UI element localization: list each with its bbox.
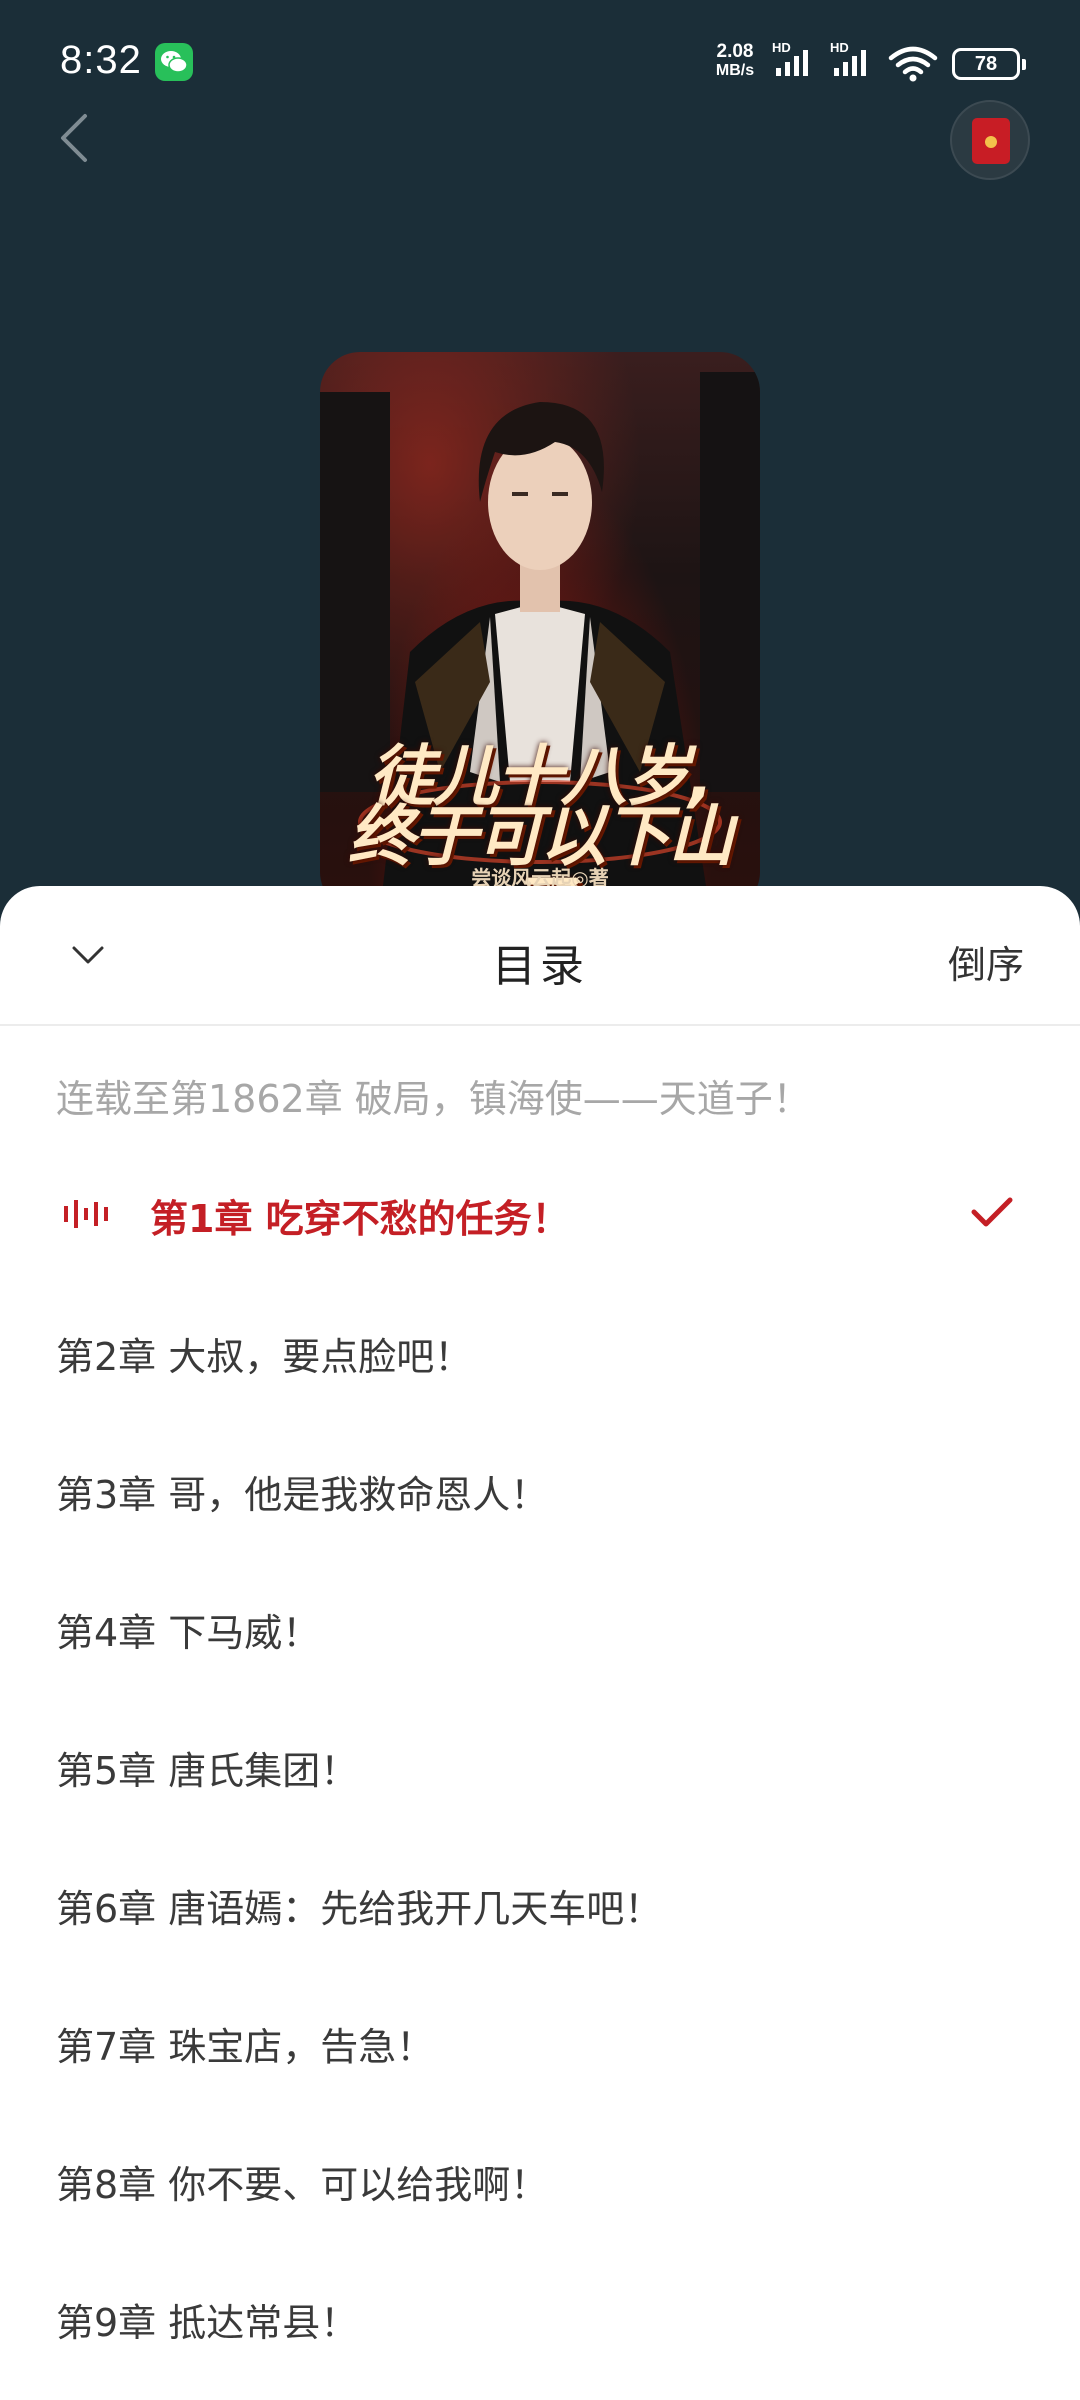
red-packet-button[interactable] — [950, 100, 1030, 180]
wifi-icon — [888, 46, 938, 86]
chapter-item[interactable]: 第6章 唐语嫣：先给我开几天车吧！ — [0, 1834, 1080, 1972]
chapter-label: 第6章 唐语嫣：先给我开几天车吧！ — [56, 1887, 663, 1931]
network-speed-unit: MB/s — [715, 62, 755, 79]
catalog-sheet: 目录 倒序 连载至第1862章 破局，镇海使——天道子！ 第1章 吃穿不愁的任务… — [0, 886, 1080, 2400]
chapter-label: 第8章 你不要、可以给我啊！ — [56, 2163, 549, 2207]
chevron-down-icon — [72, 946, 104, 964]
chapter-item[interactable]: 第4章 下马威！ — [0, 1558, 1080, 1696]
sort-order-button[interactable]: 倒序 — [948, 934, 1024, 989]
chapter-item[interactable]: 第9章 抵达常县！ — [0, 2248, 1080, 2386]
signal-icon: HD — [830, 40, 878, 84]
chapter-list: 第1章 吃穿不愁的任务！ 第2章 大叔，要点脸吧！ 第3章 哥，他是我救命恩人！… — [0, 1144, 1080, 2386]
collapse-button[interactable] — [68, 940, 108, 970]
chapter-label: 第7章 珠宝店，告急！ — [56, 2025, 435, 2069]
status-time: 8:32 — [60, 38, 142, 82]
battery-level: 78 — [974, 53, 998, 75]
chapter-item[interactable]: 第3章 哥，他是我救命恩人！ — [0, 1420, 1080, 1558]
chapter-item[interactable]: 第5章 唐氏集团！ — [0, 1696, 1080, 1834]
check-icon — [971, 1197, 1013, 1227]
battery-icon: 78 — [952, 48, 1026, 80]
signal-icon: HD — [772, 40, 820, 84]
network-speed: 2.08 MB/s — [710, 42, 760, 80]
book-cover: 徒儿十八岁, 终于可以下山了 尝谈风云起◎著 — [320, 352, 760, 912]
chapter-label: 第2章 大叔，要点脸吧！ — [56, 1335, 473, 1379]
chapter-label: 第5章 唐氏集团！ — [56, 1749, 359, 1793]
chapter-label: 第4章 下马威！ — [56, 1611, 321, 1655]
chapter-item[interactable]: 第2章 大叔，要点脸吧！ — [0, 1282, 1080, 1420]
catalog-header: 目录 倒序 — [0, 886, 1080, 1026]
chapter-label: 第3章 哥，他是我救命恩人！ — [56, 1473, 549, 1517]
catalog-title: 目录 — [492, 941, 588, 992]
back-arrow-icon — [61, 114, 87, 162]
status-bar: 8:32 2.08 MB/s HD HD 78 — [0, 0, 1080, 120]
red-packet-icon — [972, 118, 1010, 164]
chapter-label: 第1章 吃穿不愁的任务！ — [150, 1197, 570, 1241]
back-button[interactable] — [55, 108, 95, 168]
chapter-item[interactable]: 第7章 珠宝店，告急！ — [0, 1972, 1080, 2110]
chapter-item[interactable]: 第8章 你不要、可以给我啊！ — [0, 2110, 1080, 2248]
signal-hd-label: HD — [772, 40, 791, 55]
network-speed-value: 2.08 — [716, 41, 754, 62]
wechat-icon — [155, 43, 193, 81]
audio-playing-icon — [64, 1200, 108, 1228]
chapter-label: 第9章 抵达常县！ — [56, 2301, 359, 2345]
serial-status: 连载至第1862章 破局，镇海使——天道子！ — [56, 1077, 811, 1121]
chapter-item-current[interactable]: 第1章 吃穿不愁的任务！ — [0, 1144, 1080, 1282]
signal-hd-label: HD — [830, 40, 849, 55]
